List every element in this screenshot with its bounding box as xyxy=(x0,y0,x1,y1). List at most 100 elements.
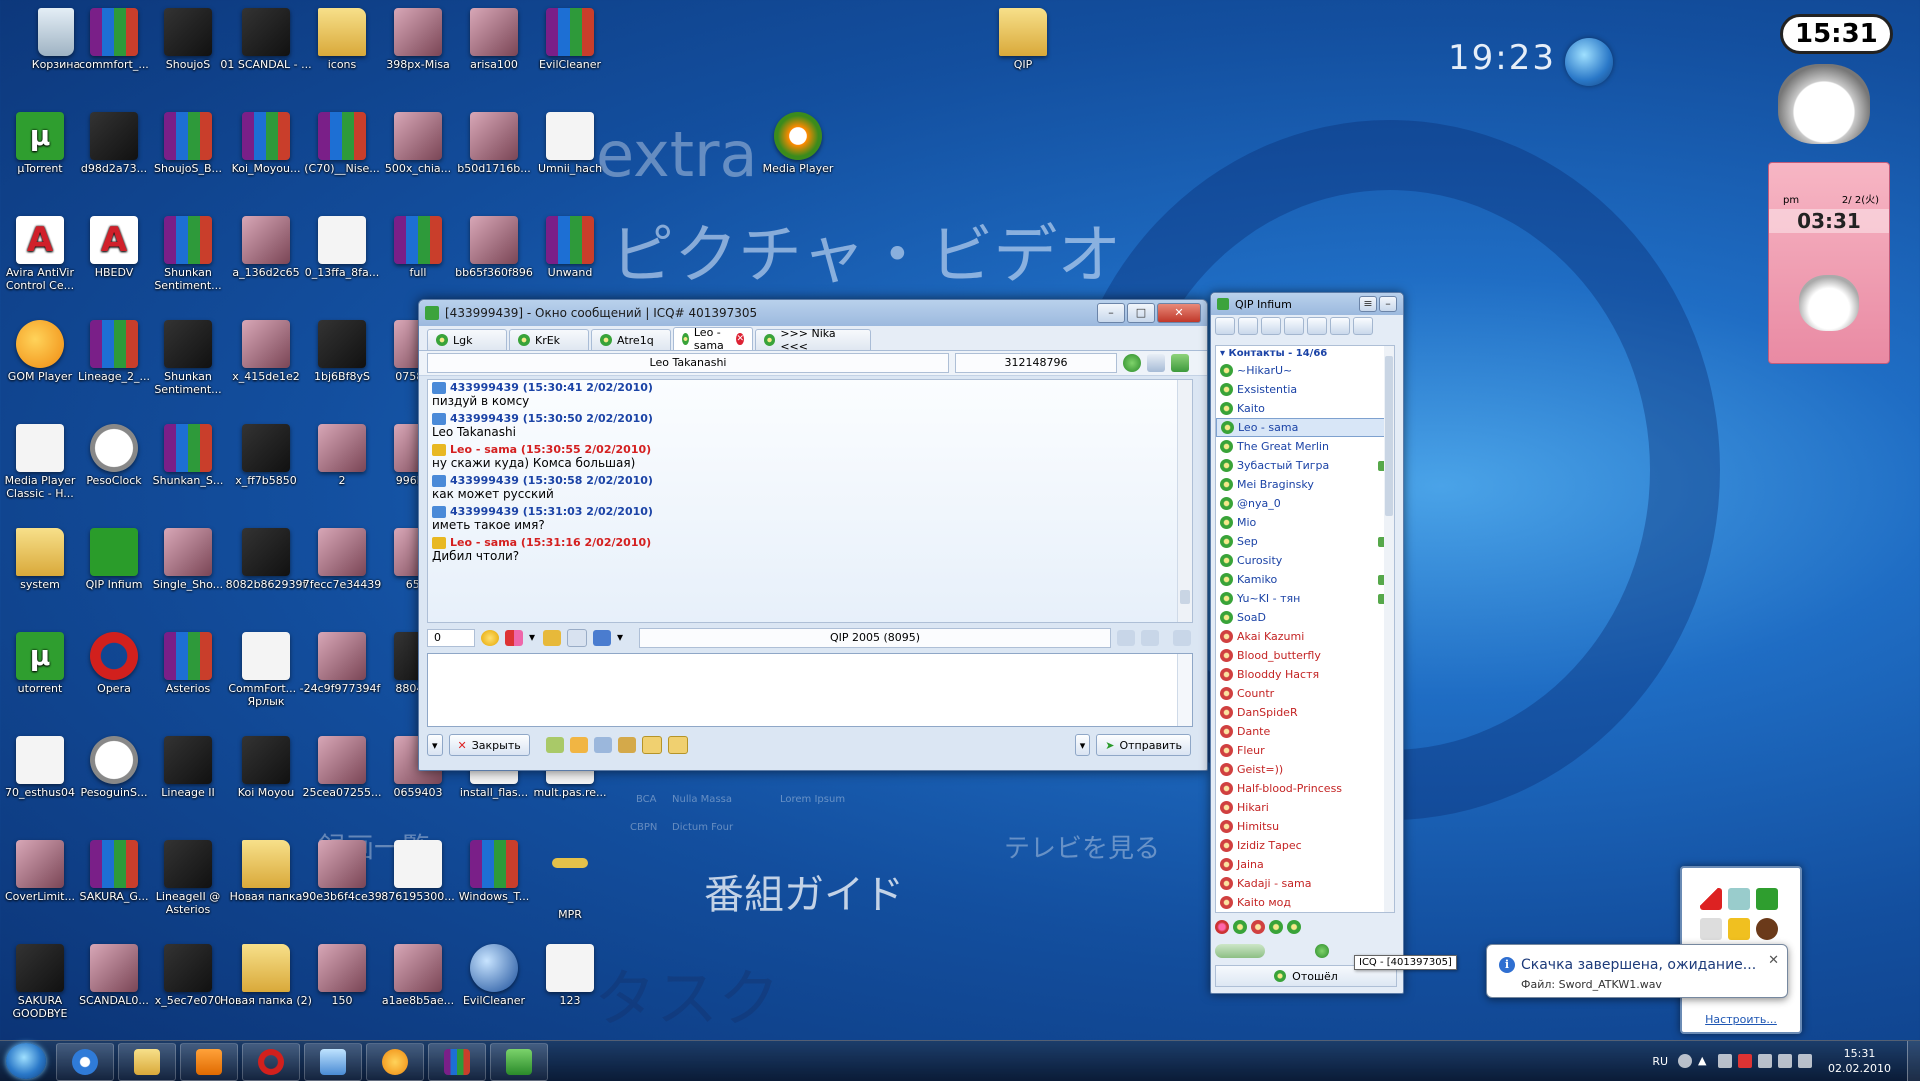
chat-tab[interactable]: KrEk xyxy=(509,329,589,350)
contact-item[interactable]: Yu~KI - тян xyxy=(1216,589,1394,608)
contact-list-scrollbar[interactable] xyxy=(1384,346,1394,912)
notification-close-button[interactable]: ✕ xyxy=(1768,953,1779,968)
message-window-titlebar[interactable]: [433999439] - Окно сообщений | ICQ# 4013… xyxy=(419,300,1207,326)
contacts-group-header[interactable]: ▾ Контакты - 14/66 xyxy=(1216,346,1394,361)
auto-reply-icon[interactable] xyxy=(545,737,564,753)
network-tray-icon[interactable] xyxy=(1728,888,1750,910)
flowers-icon[interactable] xyxy=(505,630,523,646)
taskbar-commfort[interactable] xyxy=(304,1043,362,1081)
contact-item[interactable]: Half-blood-Princess xyxy=(1216,779,1394,798)
contact-item[interactable]: Blood_butterfly xyxy=(1216,646,1394,665)
show-desktop-button[interactable] xyxy=(1907,1041,1920,1081)
icq-status-icon[interactable] xyxy=(1315,944,1329,958)
download-tray-icon[interactable] xyxy=(1756,918,1778,940)
smiley-icon[interactable] xyxy=(481,630,499,646)
history-scrollbar[interactable] xyxy=(1177,380,1192,622)
maximize-button[interactable]: □ xyxy=(1127,303,1155,323)
contact-item[interactable]: Dante xyxy=(1216,722,1394,741)
protocol-icon-1[interactable] xyxy=(1215,920,1229,934)
contact-list-titlebar[interactable]: QIP Infium ≡ – xyxy=(1211,293,1403,315)
chevron-down-icon[interactable]: ▾ xyxy=(529,630,537,646)
sound-icon[interactable] xyxy=(1261,317,1281,335)
contact-item[interactable]: Mei Braginsky xyxy=(1216,475,1394,494)
save-icon[interactable] xyxy=(593,630,611,646)
contact-item[interactable]: Kaito мод xyxy=(1216,893,1394,912)
message-input[interactable] xyxy=(428,654,1172,724)
show-offline-icon[interactable] xyxy=(1238,317,1258,335)
contact-item[interactable]: Leo - sama xyxy=(1216,418,1394,437)
contact-item[interactable]: Blooddy Настя xyxy=(1216,665,1394,684)
spellcheck-icon[interactable] xyxy=(1141,630,1159,646)
contact-item[interactable]: Зубастый Тигра xyxy=(1216,456,1394,475)
taskbar-internet-explorer[interactable] xyxy=(56,1043,114,1081)
contact-item[interactable]: Sep xyxy=(1216,532,1394,551)
user-info-icon[interactable] xyxy=(1147,354,1165,372)
contact-item[interactable]: Kaito xyxy=(1216,399,1394,418)
menu-dropdown-button[interactable]: ▾ xyxy=(427,734,443,756)
qip-tray-icon[interactable] xyxy=(1728,918,1750,940)
calendar-icon[interactable] xyxy=(1307,317,1327,335)
contact-item[interactable]: Fleur xyxy=(1216,741,1394,760)
send-file-icon[interactable] xyxy=(543,630,561,646)
close-window-button[interactable]: ✕ xyxy=(1157,303,1201,323)
contact-item[interactable]: ~HikarU~ xyxy=(1216,361,1394,380)
send-options-button[interactable]: ▾ xyxy=(1074,734,1091,756)
translit-icon[interactable] xyxy=(1117,630,1135,646)
contact-item[interactable]: Curosity xyxy=(1216,551,1394,570)
add-contact-icon[interactable] xyxy=(1215,317,1235,335)
contact-item[interactable]: @nya_0 xyxy=(1216,494,1394,513)
taskbar-gom-player[interactable] xyxy=(366,1043,424,1081)
minimize-button[interactable]: – xyxy=(1097,303,1125,323)
contact-item[interactable]: DanSpideR xyxy=(1216,703,1394,722)
envelope-icon[interactable] xyxy=(641,736,662,754)
chat-tab[interactable]: >>> Nika <<< xyxy=(755,327,871,353)
taskbar-winrar[interactable] xyxy=(428,1043,486,1081)
contact-item[interactable]: Geist=)) xyxy=(1216,760,1394,779)
contact-item[interactable]: Kadaji - sama xyxy=(1216,874,1394,893)
protocol-icon-3[interactable] xyxy=(1251,920,1265,934)
contact-item[interactable]: Kamiko xyxy=(1216,570,1394,589)
desktop-icon[interactable]: Umnii_hach xyxy=(524,112,616,175)
status-online-icon[interactable] xyxy=(1123,354,1141,372)
protocol-icon-5[interactable] xyxy=(1287,920,1301,934)
calendar-icon[interactable] xyxy=(567,629,587,647)
keyboard-icon[interactable] xyxy=(1718,1054,1733,1068)
chat-tab[interactable]: Atre1q xyxy=(591,329,671,350)
language-indicator[interactable]: RU xyxy=(1652,1055,1668,1068)
contact-list-options-button[interactable]: ≡ xyxy=(1359,296,1377,312)
server-tray-icon[interactable] xyxy=(1700,918,1722,940)
history-icon[interactable] xyxy=(1284,317,1304,335)
contact-item[interactable]: SoaD xyxy=(1216,608,1394,627)
tools-icon[interactable] xyxy=(617,737,636,753)
taskbar-opera[interactable] xyxy=(242,1043,300,1081)
tools-icon[interactable] xyxy=(1330,317,1350,335)
help-icon[interactable] xyxy=(1678,1054,1693,1068)
taskbar-media-player[interactable] xyxy=(180,1043,238,1081)
close-chat-button[interactable]: ✕ Закрыть xyxy=(448,734,530,756)
letter-icon[interactable] xyxy=(667,736,688,754)
contact-item[interactable]: Countr xyxy=(1216,684,1394,703)
desktop-icon[interactable]: Media Player xyxy=(752,112,844,175)
contact-item[interactable]: Himitsu xyxy=(1216,817,1394,836)
taskbar-qip[interactable] xyxy=(490,1043,548,1081)
close-tab-icon[interactable]: ✕ xyxy=(736,333,744,345)
desktop-icon[interactable]: QIP xyxy=(977,8,1069,71)
protocol-icon-4[interactable] xyxy=(1269,920,1283,934)
show-hidden-icons[interactable]: ▲ xyxy=(1698,1054,1712,1068)
contact-item[interactable]: Exsistentia xyxy=(1216,380,1394,399)
picture-icon[interactable] xyxy=(1173,630,1191,646)
contact-item[interactable]: Izidiz Тарес xyxy=(1216,836,1394,855)
input-scrollbar[interactable] xyxy=(1177,654,1192,726)
desktop-icon[interactable]: MPR xyxy=(524,840,616,921)
plugins-icon[interactable] xyxy=(1353,317,1373,335)
desktop-icon[interactable]: 123 xyxy=(524,944,616,1007)
history-scrollbar-thumb[interactable] xyxy=(1180,590,1190,604)
download-notification[interactable]: i Скачка завершена, ожидание... Файл: Sw… xyxy=(1486,944,1788,998)
utorrent-tray-icon[interactable] xyxy=(1756,888,1778,910)
start-button[interactable] xyxy=(6,1043,46,1079)
tray-configure-link[interactable]: Настроить... xyxy=(1682,1013,1800,1026)
contact-item[interactable]: Mio xyxy=(1216,513,1394,532)
flag-icon[interactable] xyxy=(1738,1054,1753,1068)
chat-tab[interactable]: Leo - sama ✕ xyxy=(673,326,753,352)
adobe-tray-icon[interactable] xyxy=(1700,888,1722,910)
